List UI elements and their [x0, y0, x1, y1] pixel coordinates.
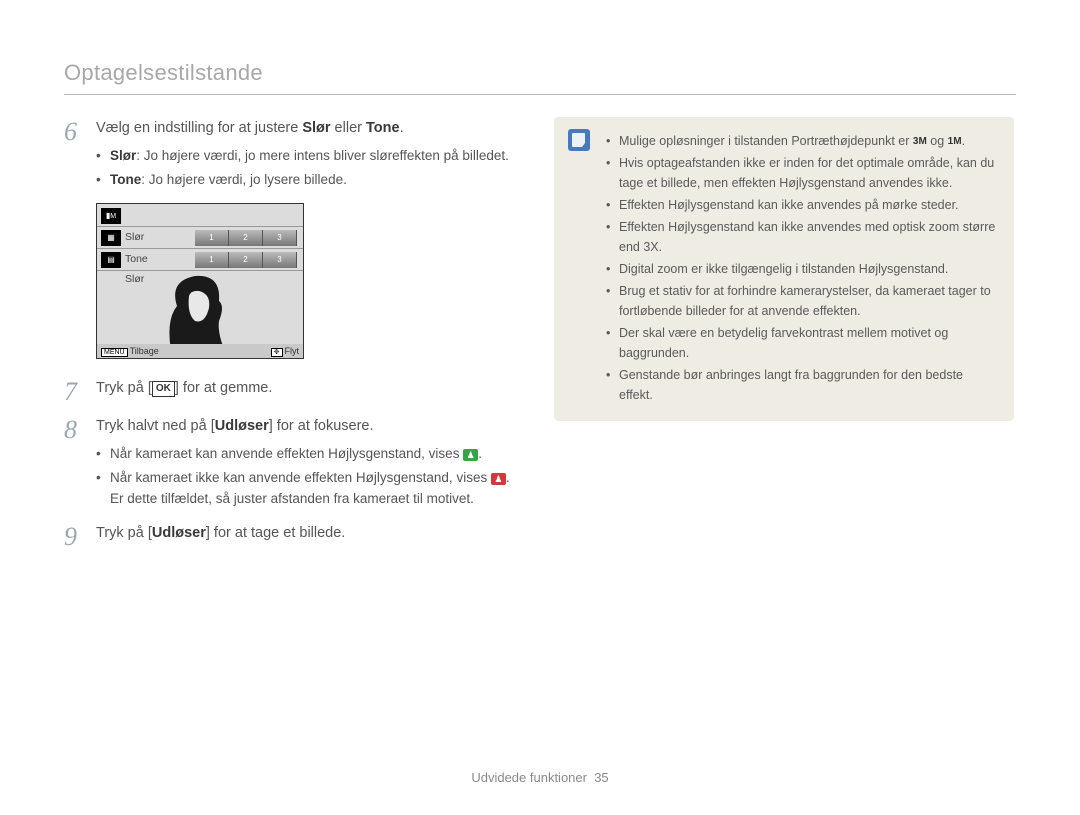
status-fail-icon: ♟: [491, 473, 506, 485]
thumb: 3: [263, 252, 297, 268]
text: : Jo højere værdi, jo mere intens bliver…: [136, 148, 509, 163]
footer-left: MENUTilbage: [101, 346, 159, 356]
menu-icon: MENU: [101, 348, 128, 357]
footer-page: 35: [594, 770, 608, 785]
sub-bullet-list: Slør: Jo højere værdi, jo mere intens bl…: [96, 145, 514, 190]
step-body: Tryk halvt ned på [Udløser] for at fokus…: [96, 415, 514, 512]
thumb: 1: [195, 230, 229, 246]
list-item: Effekten Højlysgenstand kan ikke anvende…: [606, 217, 998, 257]
text: Når kameraet kan anvende effekten Højlys…: [110, 446, 463, 461]
row-label: Slør: [125, 273, 144, 285]
section-header: Optagelsestilstande: [64, 60, 1016, 86]
step-7: 7 Tryk på [OK] for at gemme.: [64, 377, 514, 405]
step-body: Tryk på [Udløser] for at tage et billede…: [96, 522, 514, 550]
thumb: 3: [263, 230, 297, 246]
text: .: [400, 120, 404, 136]
text: Tryk halvt ned på [: [96, 418, 215, 434]
text: Tryk på [: [96, 525, 152, 541]
divider: [64, 94, 1016, 95]
text: .: [962, 134, 965, 148]
resolution-icon: 1M: [948, 134, 962, 150]
list-item: Der skal være en betydelig farvekontrast…: [606, 323, 998, 363]
list-item: Digital zoom er ikke tilgængelig i tilst…: [606, 259, 998, 279]
text: ] for at tage et billede.: [206, 525, 345, 541]
text: Vælg en indstilling for at justere: [96, 120, 302, 136]
text: : Jo højere værdi, jo lysere billede.: [141, 172, 347, 187]
row-label: Tone: [125, 253, 148, 265]
step-6: 6 Vælg en indstilling for at justere Slø…: [64, 117, 514, 193]
text: Mulige opløsninger i tilstanden Portræth…: [619, 134, 913, 148]
step-number: 9: [64, 522, 82, 550]
bold: Udløser: [152, 525, 206, 541]
list-item: Hvis optageafstanden ikke er inden for d…: [606, 153, 998, 193]
step-8: 8 Tryk halvt ned på [Udløser] for at fok…: [64, 415, 514, 512]
lcd-footer: MENUTilbage ✥Flyt: [97, 344, 303, 358]
text: .: [478, 446, 482, 461]
row-label: Slør: [125, 231, 144, 243]
step-body: Vælg en indstilling for at justere Slør …: [96, 117, 514, 193]
bold: Slør: [302, 120, 330, 136]
list-item: Brug et stativ for at forhindre kamerary…: [606, 281, 998, 321]
blur-icon: ▦: [101, 230, 121, 246]
thumb: 2: [229, 230, 263, 246]
sub-bullet-list: Når kameraet kan anvende effekten Højlys…: [96, 443, 514, 510]
step-number: 7: [64, 377, 82, 405]
note-box: Mulige opløsninger i tilstanden Portræth…: [554, 117, 1014, 421]
info-icon: [568, 129, 590, 151]
nav-icon: ✥: [271, 348, 283, 357]
text: ] for at fokusere.: [269, 418, 374, 434]
thumbnail-strip: 1 2 3: [195, 230, 297, 246]
text: ] for at gemme.: [175, 380, 273, 396]
tone-icon: ▤: [101, 252, 121, 268]
camera-lcd: ▮M ▦ Slør 1 2 3 ▤ Tone 1 2 3 Slør: [96, 203, 304, 359]
text: Tryk på [: [96, 380, 152, 396]
list-item: Når kameraet ikke kan anvende effekten H…: [96, 467, 514, 510]
step-body: Tryk på [OK] for at gemme.: [96, 377, 514, 405]
portrait-silhouette: [147, 266, 247, 356]
list-item: Slør: Jo højere værdi, jo mere intens bl…: [96, 145, 514, 167]
note-list: Mulige opløsninger i tilstanden Portræth…: [606, 131, 998, 405]
left-column: 6 Vælg en indstilling for at justere Slø…: [64, 117, 514, 560]
step-number: 6: [64, 117, 82, 193]
mode-icon: ▮M: [101, 208, 121, 224]
bold: Tone: [366, 120, 400, 136]
list-item: Tone: Jo højere værdi, jo lysere billede…: [96, 169, 514, 191]
status-ok-icon: ♟: [463, 449, 478, 461]
bold: Udløser: [215, 418, 269, 434]
step-number: 8: [64, 415, 82, 512]
text: Når kameraet ikke kan anvende effekten H…: [110, 470, 491, 485]
list-item: Genstande bør anbringes langt fra baggru…: [606, 365, 998, 405]
text: eller: [331, 120, 366, 136]
list-item: Effekten Højlysgenstand kan ikke anvende…: [606, 195, 998, 215]
list-item: Når kameraet kan anvende effekten Højlys…: [96, 443, 514, 465]
right-column: Mulige opløsninger i tilstanden Portræth…: [554, 117, 1014, 421]
page-footer: Udvidede funktioner 35: [0, 770, 1080, 785]
bold: Slør: [110, 148, 136, 163]
ok-icon: OK: [152, 381, 175, 397]
bold: Tone: [110, 172, 141, 187]
step-9: 9 Tryk på [Udløser] for at tage et bille…: [64, 522, 514, 550]
footer-section: Udvidede funktioner: [471, 770, 587, 785]
content-columns: 6 Vælg en indstilling for at justere Slø…: [64, 117, 1016, 560]
footer-right: ✥Flyt: [271, 346, 299, 356]
resolution-icon: 3M: [913, 134, 927, 150]
text: og: [927, 134, 948, 148]
list-item: Mulige opløsninger i tilstanden Portræth…: [606, 131, 998, 151]
